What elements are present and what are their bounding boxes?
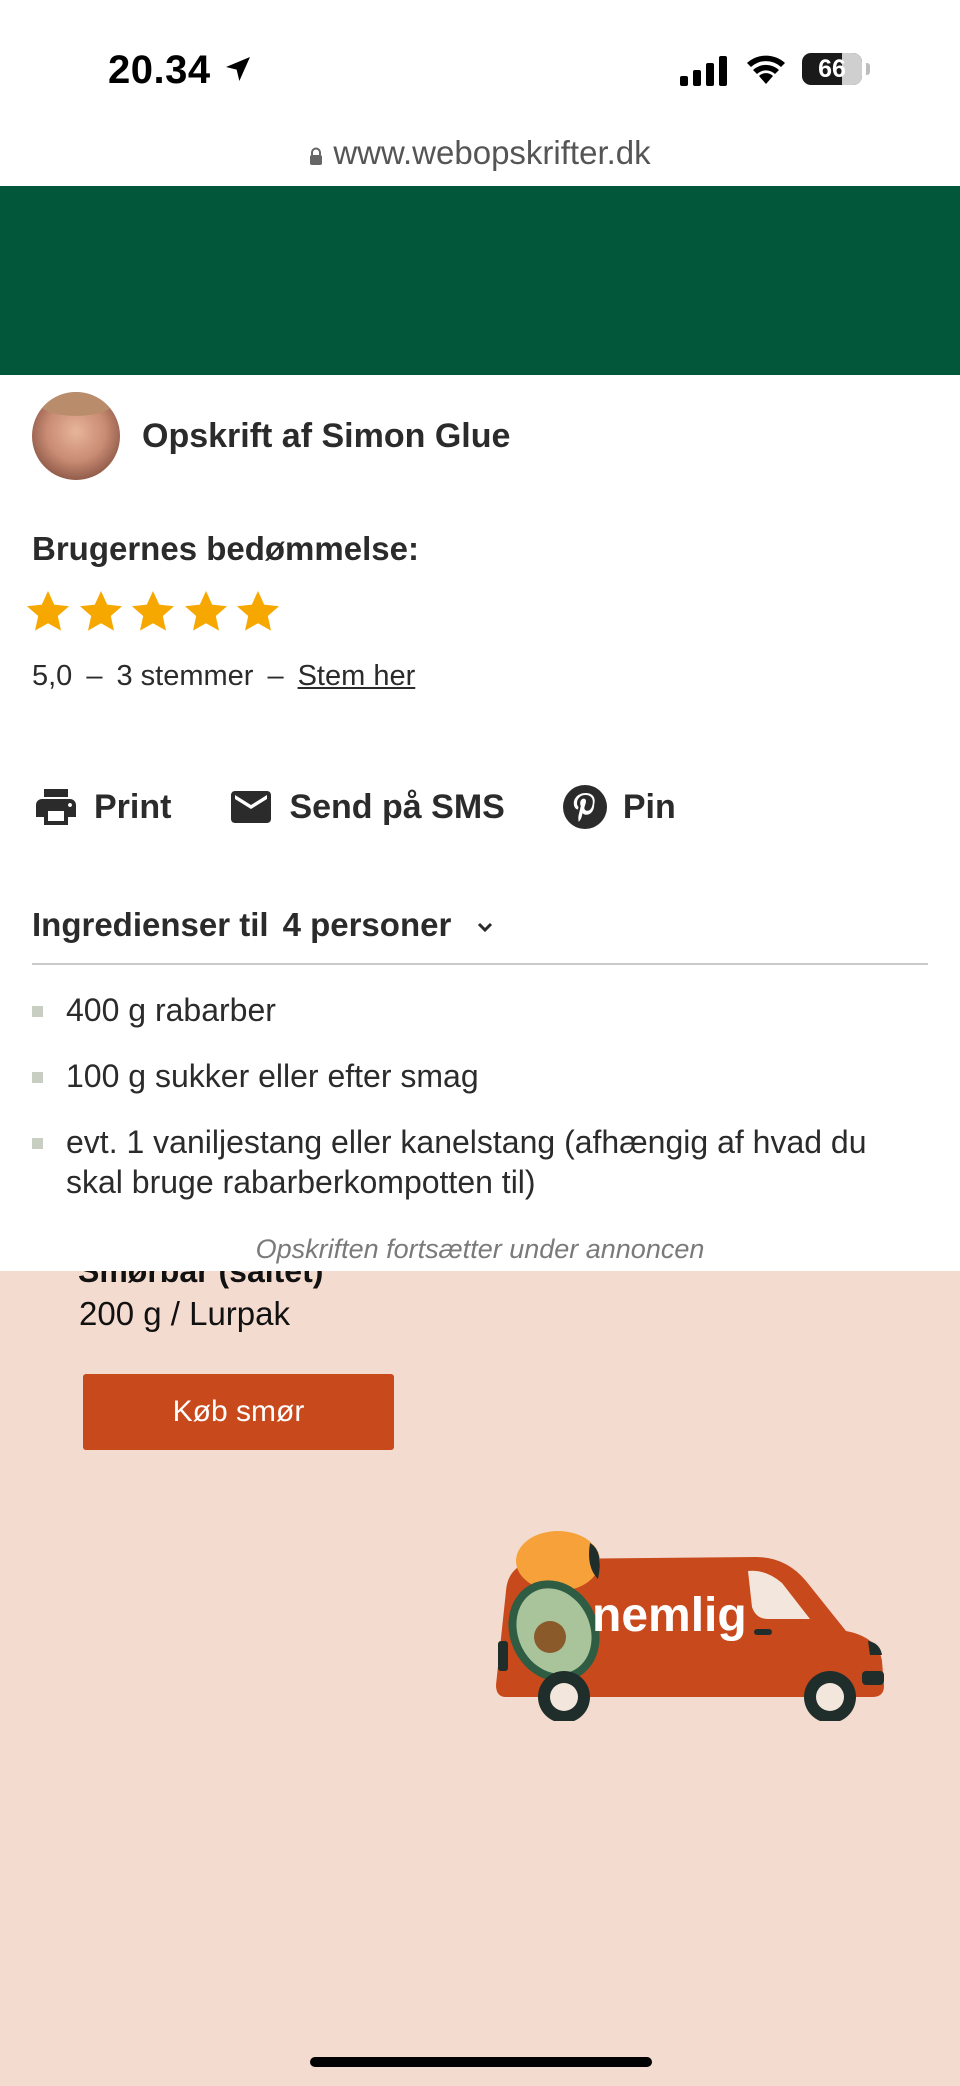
wifi-icon xyxy=(747,55,785,84)
vote-link[interactable]: Stem her xyxy=(298,660,416,692)
rating-title: Brugernes bedømmelse: xyxy=(32,530,419,567)
ad-notice: Opskriften fortsætter under annoncen xyxy=(255,1234,705,1264)
printer-icon xyxy=(36,789,76,825)
battery-level: 66 xyxy=(818,55,846,83)
ad-product-title: Smørbar (saltet) xyxy=(78,1271,324,1289)
divider xyxy=(32,963,928,965)
url-text: www.webopskrifter.dk xyxy=(333,134,651,171)
servings-select[interactable]: 4 personer xyxy=(283,906,452,944)
delivery-van-illustration: nemlig xyxy=(496,1531,884,1721)
status-time: 20.34 xyxy=(108,48,211,92)
cellular-signal-icon xyxy=(680,56,727,86)
advertisement[interactable]: Smørbar (saltet) 200 g / Lurpak Køb smør… xyxy=(0,1271,960,2086)
recipe-author: Opskrift af Simon Glue xyxy=(32,392,510,480)
star-icon[interactable] xyxy=(182,588,230,636)
status-bar: 20.34 66 www.webopskrifter.dk xyxy=(0,0,960,171)
buy-butter-button[interactable]: Køb smør xyxy=(83,1374,394,1450)
recipe-actions: Print Send på SMS Pin xyxy=(32,780,732,834)
header-banner xyxy=(0,186,960,375)
author-name: Opskrift af Simon Glue xyxy=(142,416,511,455)
ingredient-text: 100 g sukker eller efter smag xyxy=(66,1058,479,1094)
ingredients-heading: Ingredienser til 4 personer xyxy=(32,906,495,944)
chevron-down-icon[interactable] xyxy=(475,920,495,934)
separator: – xyxy=(86,660,103,692)
pin-button[interactable]: Pin xyxy=(561,783,676,831)
list-item: evt. 1 vaniljestang eller kanelstang (af… xyxy=(32,1122,912,1202)
star-icon[interactable] xyxy=(24,588,72,636)
sms-label: Send på SMS xyxy=(289,787,505,826)
pin-label: Pin xyxy=(622,787,676,826)
home-indicator[interactable] xyxy=(310,2057,652,2067)
ingredients-list: 400 g rabarber 100 g sukker eller efter … xyxy=(32,990,912,1228)
rating-score: 5,0 xyxy=(32,660,73,692)
mail-icon xyxy=(231,791,272,823)
vote-count: 3 stemmer xyxy=(116,660,254,692)
ingredient-text: 400 g rabarber xyxy=(66,992,276,1028)
vote-summary: 5,0–3 stemmer – Stem her xyxy=(32,660,415,693)
pinterest-icon xyxy=(562,785,607,829)
list-item: 400 g rabarber xyxy=(32,990,912,1030)
lock-icon xyxy=(310,147,323,165)
print-label: Print xyxy=(94,787,172,826)
ingredients-title: Ingredienser til xyxy=(32,906,269,943)
send-sms-button[interactable]: Send på SMS xyxy=(227,783,505,831)
avatar xyxy=(32,392,120,480)
star-icon[interactable] xyxy=(77,588,125,636)
separator: – xyxy=(267,660,284,692)
list-item: 100 g sukker eller efter smag xyxy=(32,1056,912,1096)
star-icon[interactable] xyxy=(129,588,177,636)
location-arrow-icon xyxy=(226,57,250,81)
battery-icon: 66 xyxy=(802,53,870,85)
ad-product-size: 200 g / Lurpak xyxy=(79,1295,290,1332)
nemlig-logo: nemlig xyxy=(592,1589,747,1642)
ingredient-text: evt. 1 vaniljestang eller kanelstang (af… xyxy=(66,1124,867,1200)
address-bar[interactable]: www.webopskrifter.dk xyxy=(0,134,960,172)
star-icon[interactable] xyxy=(234,588,282,636)
print-button[interactable]: Print xyxy=(32,783,171,831)
star-rating[interactable] xyxy=(24,588,287,636)
